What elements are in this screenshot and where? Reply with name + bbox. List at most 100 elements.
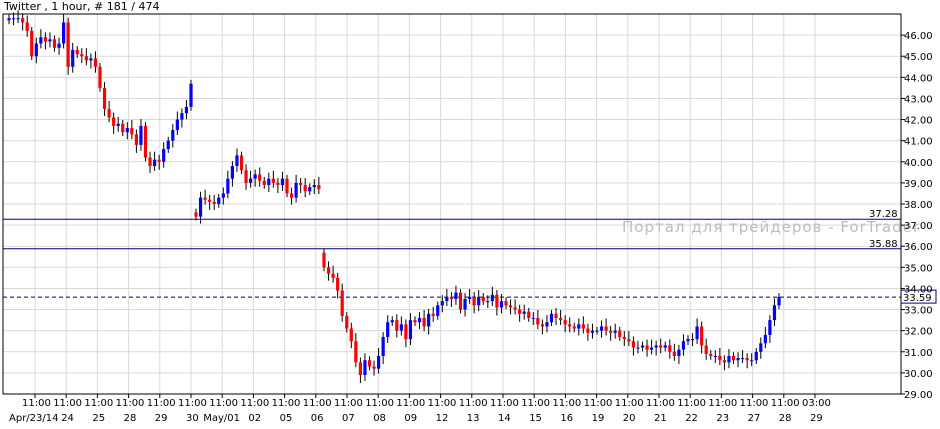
candle (472, 292, 476, 314)
candle (267, 172, 271, 192)
candle (171, 124, 175, 148)
candle (253, 169, 257, 187)
candle (563, 315, 567, 333)
x-tick-time: 11:00 (53, 398, 82, 409)
x-tick-date: 27 (748, 413, 761, 424)
y-tick-label: 31.00 (904, 348, 933, 359)
candle-body (754, 351, 758, 361)
candle (289, 187, 294, 205)
candle (495, 289, 499, 316)
candle (153, 151, 157, 171)
candle (545, 315, 549, 333)
candle (52, 35, 57, 52)
y-tick-label: 32.00 (904, 327, 933, 338)
candle (239, 151, 244, 175)
candle-body (668, 345, 672, 352)
candle-body (759, 343, 763, 352)
candle-body (741, 358, 745, 360)
candle (303, 178, 307, 198)
candle (354, 333, 358, 368)
x-tick-date: 21 (654, 413, 667, 424)
candle-body (449, 296, 453, 299)
candle-body (413, 320, 417, 323)
candle-body (386, 322, 390, 337)
candle (568, 317, 572, 333)
candle (599, 320, 604, 338)
candle-body (212, 201, 216, 204)
candle (299, 178, 303, 194)
y-tick-label: 40.00 (904, 158, 933, 169)
candle-body (253, 174, 257, 179)
candle (559, 309, 563, 325)
candle (208, 194, 212, 210)
candle (754, 347, 758, 365)
candle-body (312, 185, 316, 188)
y-tick-label: 36.00 (904, 242, 933, 253)
candle-body (590, 330, 595, 333)
y-tick-label: 46.00 (904, 31, 933, 42)
candle-body (271, 178, 275, 183)
candle (62, 14, 66, 49)
candle (731, 352, 736, 365)
candle (358, 357, 362, 384)
candle-body (727, 356, 731, 363)
candle-body (98, 66, 102, 88)
candle-body (559, 318, 563, 321)
chart-title: Twitter , 1 hour, # 181 / 474 (3, 0, 159, 13)
candle-body (322, 252, 326, 268)
candle-body (358, 362, 362, 375)
x-tick-time: 11:00 (116, 398, 145, 409)
candle-body (143, 125, 148, 158)
candle (381, 332, 385, 365)
candle-body (495, 294, 499, 308)
candle (21, 13, 25, 31)
x-tick-time: 11:00 (272, 398, 301, 409)
candle (595, 326, 599, 335)
candle (189, 79, 193, 111)
candle-body (62, 22, 66, 44)
candle (622, 331, 626, 347)
candle (759, 337, 763, 359)
candle-body (645, 345, 649, 350)
candle (504, 297, 508, 310)
candle (148, 151, 152, 173)
y-tick-label: 35.00 (904, 263, 933, 274)
x-tick-time: 11:00 (147, 398, 176, 409)
x-tick-time: 11:00 (740, 398, 769, 409)
candle (143, 122, 148, 162)
candle (390, 316, 394, 327)
candle-body (713, 356, 717, 357)
candle-body (640, 345, 645, 348)
candle-body (48, 39, 52, 42)
y-tick-label: 39.00 (904, 179, 933, 190)
candle (763, 326, 767, 349)
x-tick-date: 16 (560, 413, 573, 424)
candle (349, 322, 353, 349)
candle-body (84, 56, 88, 61)
candle-body (477, 296, 481, 306)
candle-body (422, 318, 426, 327)
candle (640, 341, 645, 352)
candle-body (604, 326, 608, 331)
candle-body (267, 178, 271, 185)
candle (336, 273, 340, 299)
candle-body (399, 324, 403, 331)
candle (226, 170, 230, 199)
x-tick-time: 03:00 (802, 398, 831, 409)
candle (690, 333, 695, 347)
x-tick-time: 11:00 (708, 398, 737, 409)
candle-body (663, 345, 667, 348)
x-tick-time: 11:00 (459, 398, 488, 409)
x-tick-time: 11:00 (209, 398, 238, 409)
candle-body (709, 353, 713, 356)
candle (93, 51, 98, 73)
candle-body (258, 174, 262, 181)
y-tick-label: 38.00 (904, 200, 933, 211)
candle-body (468, 296, 472, 299)
candle (203, 189, 207, 205)
candle-body (681, 341, 686, 350)
candle (445, 288, 449, 306)
x-tick-date: 14 (498, 413, 511, 424)
candle-body (285, 178, 289, 194)
candle (668, 339, 672, 359)
